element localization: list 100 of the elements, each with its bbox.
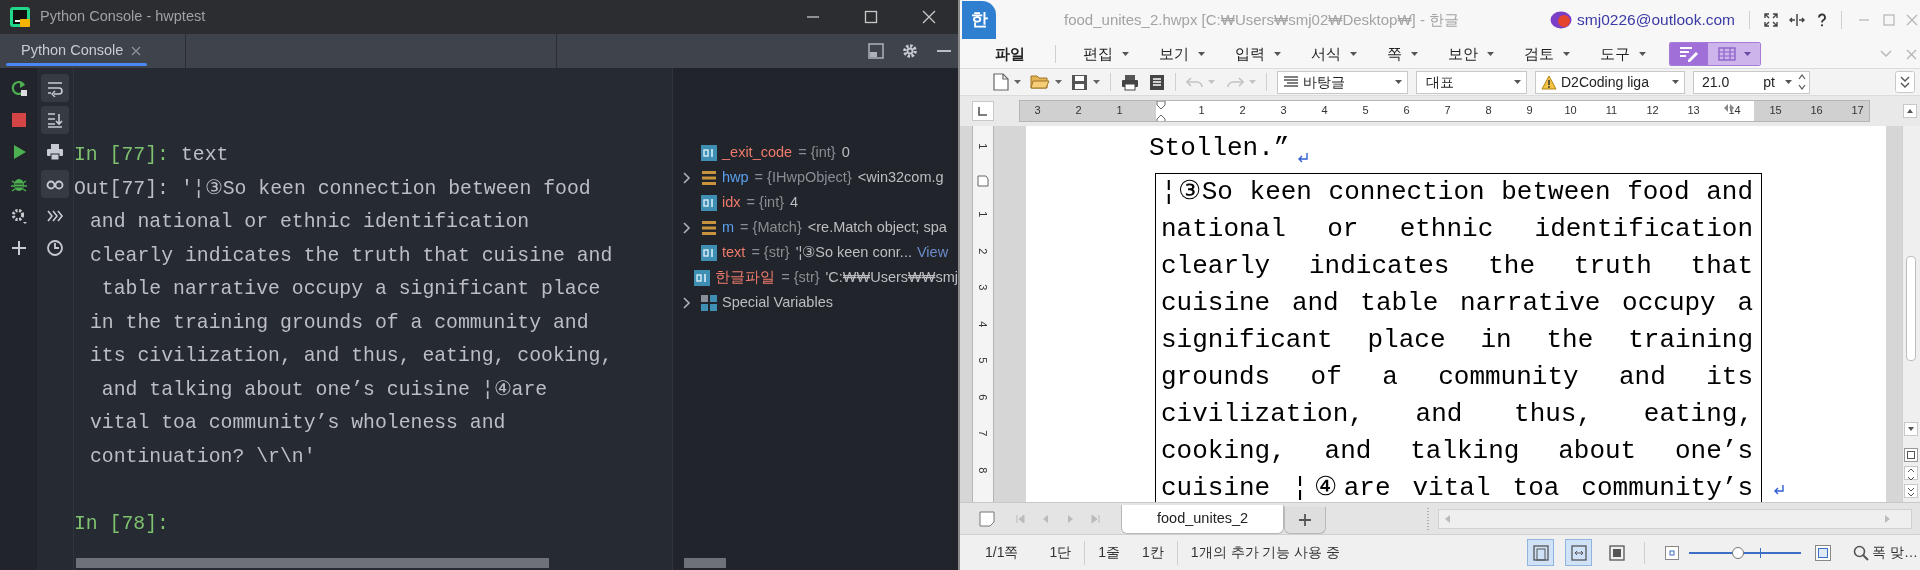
caret-icon[interactable] — [1055, 80, 1062, 84]
console-text: and national or ethnic identification — [89, 210, 530, 235]
indent-marker-icon[interactable] — [977, 175, 989, 187]
settings-icon[interactable] — [9, 207, 28, 225]
expand-chevron-icon[interactable] — [683, 296, 691, 309]
clock-icon[interactable] — [46, 239, 64, 257]
app-logo: 한 — [962, 1, 996, 39]
zoom-out-icon[interactable] — [1665, 545, 1680, 560]
zoom-fit-label[interactable]: 폭 맞… — [1872, 542, 1918, 563]
page-icon[interactable] — [979, 510, 995, 527]
ruler-number: 13 — [1687, 103, 1700, 118]
account-email[interactable]: smj0226@outlook.com — [1577, 8, 1735, 32]
object-icon — [701, 169, 717, 186]
next-page-icon[interactable] — [1904, 484, 1918, 498]
vertical-ruler[interactable]: 1 1 2 3 4 5 6 7 8 — [972, 126, 994, 502]
console-tab[interactable]: Python Console — [6, 34, 148, 68]
scrollbar-thumb[interactable] — [1906, 256, 1916, 361]
caret-icon[interactable] — [1014, 80, 1021, 84]
scroll-up-icon[interactable] — [1903, 104, 1917, 118]
expand-chevron-icon[interactable] — [683, 221, 691, 234]
indent-marker-icon[interactable] — [1155, 101, 1166, 121]
ruler-number: 10 — [1564, 103, 1577, 118]
layout-icon[interactable] — [868, 43, 884, 59]
menu-item[interactable]: 파일 — [995, 42, 1025, 66]
scroll-down-icon[interactable] — [1904, 422, 1918, 436]
zoom-in-icon[interactable] — [1815, 544, 1832, 561]
variable-row[interactable]: 한글파일 = {str} 'C:₩₩Users₩₩smj — [673, 265, 958, 290]
ruler-number: 11 — [1605, 103, 1618, 118]
save-icon[interactable] — [1071, 73, 1088, 91]
variable-type: = {str} — [751, 242, 790, 262]
variable-row[interactable]: idx = {int} 4 — [673, 190, 958, 215]
new-document-icon[interactable] — [993, 73, 1009, 91]
fullscreen-icon[interactable] — [1764, 13, 1778, 27]
variable-value: <re.Match object; spa — [807, 217, 947, 237]
variable-row[interactable]: _exit_code = {int} 0 — [673, 140, 958, 165]
style-dropdown[interactable]: 바탕글 — [1277, 70, 1408, 94]
close-icon[interactable] — [922, 10, 936, 24]
width-view-button[interactable] — [1565, 539, 1593, 566]
close-tab-icon — [131, 46, 142, 56]
rerun-icon[interactable] — [9, 79, 28, 97]
menu-item[interactable]: 서식 — [1296, 42, 1372, 66]
menu-item[interactable]: 편집 — [1068, 42, 1144, 66]
format-icon[interactable] — [1679, 46, 1699, 62]
page-layout-button[interactable] — [1527, 539, 1555, 566]
add-tab-icon[interactable] — [1298, 513, 1313, 527]
scrollbar-thumb[interactable] — [684, 558, 726, 568]
menu-item[interactable]: 검토 — [1509, 42, 1585, 66]
document-tab[interactable]: food_unites_2 — [1121, 505, 1285, 534]
caret-icon[interactable] — [1093, 80, 1100, 84]
menu-item[interactable]: 쪽 — [1372, 42, 1433, 66]
menu-item[interactable]: 도구 — [1585, 42, 1661, 66]
variable-type: = {str} — [781, 267, 820, 287]
status-text: 1/1쪽 — [985, 543, 1019, 562]
split-arrows-icon[interactable] — [1789, 13, 1805, 27]
menu-item[interactable]: 입력 — [1220, 42, 1296, 66]
scroll-to-end-icon[interactable] — [46, 111, 64, 129]
ruler-number: 5 — [1362, 103, 1369, 118]
vertical-scrollbar[interactable] — [1902, 126, 1920, 502]
ruler-number: 6 — [1403, 103, 1410, 118]
variable-row[interactable]: hwp = {IHwpObject} <win32com.g — [673, 165, 958, 190]
variable-row[interactable]: m = {Match} <re.Match object; spa — [673, 215, 958, 240]
horizontal-scrollbar[interactable] — [1438, 508, 1912, 529]
help-icon[interactable] — [1817, 13, 1827, 27]
variable-value: 'C:₩₩Users₩₩smj — [825, 267, 958, 287]
preview-icon[interactable] — [1149, 73, 1165, 91]
variable-row[interactable]: text = {str} '¦③So keen conr... View — [673, 240, 958, 265]
soft-wrap-icon[interactable] — [46, 79, 64, 97]
add-icon[interactable] — [9, 239, 28, 257]
status-text: 1단 — [1049, 543, 1072, 562]
previous-page-icon[interactable] — [1904, 466, 1918, 480]
variable-row[interactable]: Special Variables — [673, 290, 958, 315]
zoom-slider[interactable] — [1689, 545, 1802, 560]
expand-toolbar-icon[interactable] — [1895, 71, 1915, 93]
slider-thumb[interactable] — [1732, 546, 1745, 559]
settings-icon[interactable] — [901, 42, 919, 60]
scrollbar-thumb[interactable] — [76, 558, 549, 568]
ruler-number: 6 — [976, 393, 991, 400]
open-folder-icon[interactable] — [1030, 74, 1050, 90]
menu-item[interactable]: 보기 — [1144, 42, 1220, 66]
window-title: Python Console - hwptest — [40, 7, 206, 27]
font-size-field[interactable]: 21.0 pt — [1693, 70, 1810, 94]
print-icon[interactable] — [1121, 73, 1139, 91]
variable-icon — [701, 244, 717, 261]
toolbar-toggle-group[interactable] — [1669, 42, 1761, 66]
console-text: continuation? \r\n' — [89, 444, 316, 470]
menu-item[interactable]: 보안 — [1433, 42, 1509, 66]
outline-dropdown[interactable]: 대표 — [1416, 70, 1527, 94]
print-icon[interactable] — [46, 143, 64, 161]
maximize-icon[interactable] — [864, 10, 878, 24]
variable-type: = {Match} — [740, 217, 802, 237]
tab-type-icon[interactable] — [972, 101, 994, 121]
view-icon — [1608, 544, 1625, 561]
page-view-icon[interactable] — [1904, 448, 1918, 462]
search-icon[interactable] — [1853, 544, 1870, 561]
expand-chevron-icon[interactable] — [683, 171, 691, 184]
caret-icon — [1785, 80, 1792, 84]
stop-icon[interactable] — [9, 111, 28, 129]
font-dropdown[interactable]: D2Coding liga — [1535, 70, 1685, 94]
ruler-number: 15 — [1769, 103, 1782, 118]
view-link[interactable]: View — [916, 241, 949, 264]
